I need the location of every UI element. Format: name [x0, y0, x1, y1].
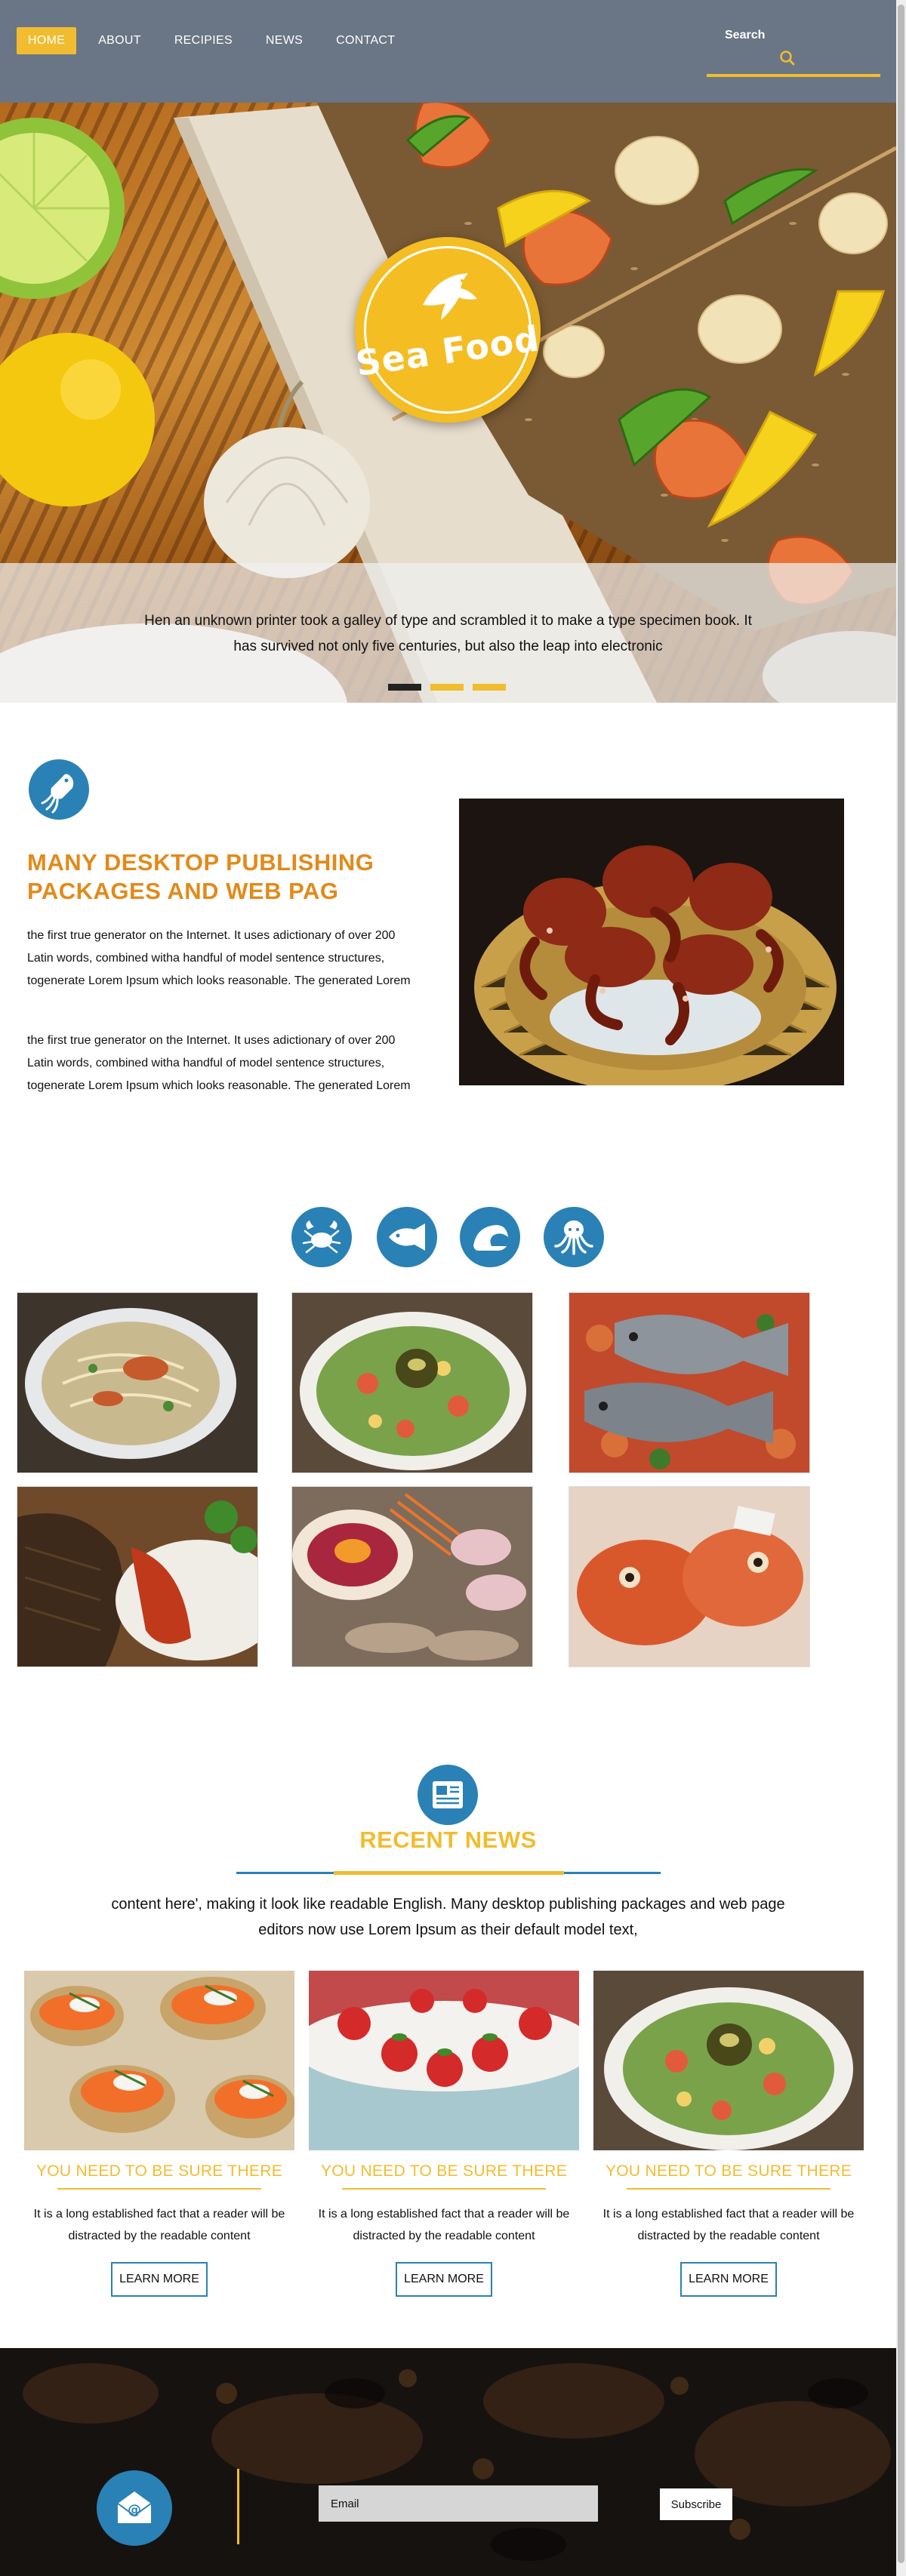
hero-slider: Sea Food Hen an unknown printer took a g… — [0, 103, 896, 703]
gallery-photo-platter[interactable] — [291, 1486, 533, 1667]
site-header: HOME ABOUT RECIPIES NEWS CONTACT Search — [0, 0, 896, 103]
learn-more-button[interactable]: LEARN MORE — [111, 2262, 208, 2297]
subscribe-button[interactable]: Subscribe — [660, 2488, 732, 2520]
news-card-rule — [57, 2188, 261, 2190]
nav-contact[interactable]: CONTACT — [325, 27, 406, 54]
nav-recipies[interactable]: RECIPIES — [163, 27, 244, 54]
gallery-photo-red-fish[interactable] — [569, 1486, 810, 1667]
news-card-rule — [627, 2188, 830, 2190]
shell-icon[interactable] — [460, 1207, 520, 1267]
shark-icon — [423, 273, 477, 320]
mail-icon: @ — [97, 2470, 172, 2546]
email-field[interactable] — [319, 2485, 598, 2522]
news-card-title: YOU NEED TO BE SURE THERE — [35, 2162, 283, 2180]
slider-dot-2[interactable] — [430, 684, 464, 691]
slider-dots — [388, 684, 506, 691]
learn-more-button[interactable]: LEARN MORE — [680, 2262, 777, 2297]
scrollbar-thumb[interactable] — [898, 5, 904, 2563]
svg-text:@: @ — [128, 2502, 141, 2518]
news-card-text: It is a long established fact that a rea… — [602, 2208, 855, 2242]
about-paragraph-2: the first true generator on the Internet… — [27, 1034, 411, 1092]
slider-dot-3[interactable] — [473, 684, 506, 691]
about-title: MANY DESKTOP PUBLISHING PACKAGES AND WEB… — [27, 849, 374, 904]
nav-about[interactable]: ABOUT — [87, 27, 153, 54]
newsletter-footer: @ Subscribe — [0, 2348, 896, 2576]
octopus-icon[interactable] — [544, 1207, 604, 1267]
octopus-basket-photo — [459, 799, 844, 1085]
sea-food-logo: Sea Food — [353, 237, 542, 423]
slider-dot-1[interactable] — [388, 684, 421, 691]
gallery-photo-soup[interactable] — [17, 1292, 258, 1473]
news-card-photo-salmon — [24, 1971, 294, 2150]
news-card-photo-strawberry-cake — [309, 1971, 579, 2150]
news-card-title: YOU NEED TO BE SURE THERE — [605, 2162, 852, 2180]
main-nav: HOME ABOUT RECIPIES NEWS CONTACT — [17, 27, 406, 54]
nav-home[interactable]: HOME — [17, 27, 77, 54]
learn-more-button[interactable]: LEARN MORE — [396, 2262, 492, 2297]
footer-divider — [237, 2469, 239, 2544]
news-intro: content here', making it look like reada… — [111, 1896, 785, 1938]
fish-icon[interactable] — [377, 1207, 437, 1267]
news-card-title: YOU NEED TO BE SURE THERE — [320, 2162, 568, 2180]
search-box: Search — [707, 21, 880, 77]
gallery-photo-fish[interactable] — [569, 1292, 810, 1473]
news-card-text: It is a long established fact that a rea… — [33, 2208, 285, 2242]
gallery-photo-lobster[interactable] — [17, 1486, 258, 1667]
hero-caption: Hen an unknown printer took a galley of … — [144, 613, 752, 654]
about-paragraph-1: the first true generator on the Internet… — [27, 929, 411, 987]
news-card-text: It is a long established fact that a rea… — [318, 2208, 570, 2242]
news-card-rule — [342, 2188, 546, 2190]
news-title-rule-accent — [334, 1871, 564, 1875]
news-card-photo-salad — [593, 1971, 864, 2150]
nav-news[interactable]: NEWS — [254, 27, 314, 54]
squid-icon — [29, 759, 89, 820]
news-card-1: YOU NEED TO BE SURE THERE It is a long e… — [24, 1971, 294, 2297]
gallery-photo-salad[interactable] — [291, 1292, 533, 1473]
search-label: Search — [725, 29, 766, 42]
news-title: RECENT NEWS — [359, 1827, 537, 1853]
news-card-3: YOU NEED TO BE SURE THERE It is a long e… — [593, 1971, 864, 2297]
search-icon[interactable] — [778, 48, 797, 68]
page-scrollbar[interactable] — [896, 0, 906, 2576]
newspaper-icon — [418, 1765, 478, 1825]
crab-icon[interactable] — [291, 1207, 352, 1267]
hero-caption-band: Hen an unknown printer took a galley of … — [0, 563, 896, 703]
news-card-2: YOU NEED TO BE SURE THERE It is a long e… — [309, 1971, 579, 2297]
